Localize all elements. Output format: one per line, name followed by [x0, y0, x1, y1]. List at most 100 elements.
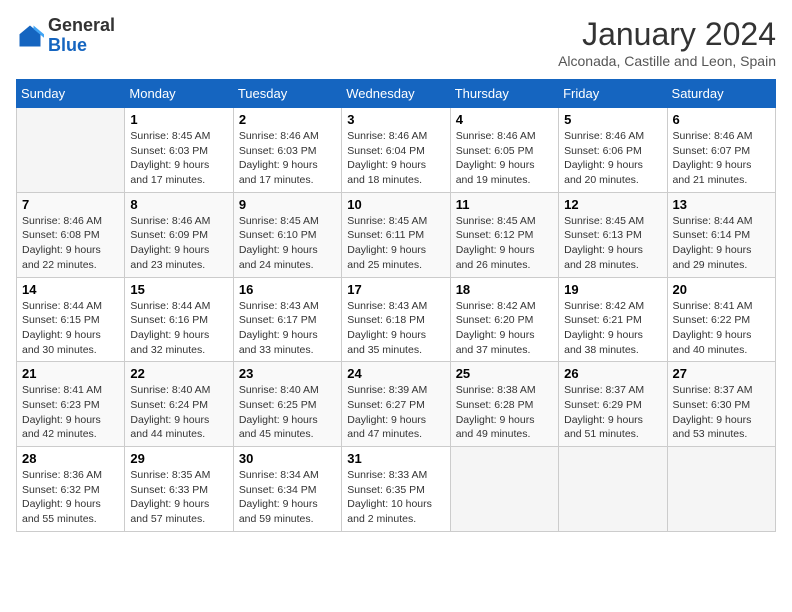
- calendar-subtitle: Alconada, Castille and Leon, Spain: [558, 53, 776, 69]
- logo: General Blue: [16, 16, 115, 56]
- day-number: 24: [347, 366, 444, 381]
- day-number: 1: [130, 112, 227, 127]
- day-detail: Sunrise: 8:46 AM Sunset: 6:07 PM Dayligh…: [673, 129, 770, 188]
- day-number: 23: [239, 366, 336, 381]
- day-number: 16: [239, 282, 336, 297]
- day-detail: Sunrise: 8:41 AM Sunset: 6:22 PM Dayligh…: [673, 299, 770, 358]
- calendar-week-row: 28 Sunrise: 8:36 AM Sunset: 6:32 PM Dayli…: [17, 447, 776, 532]
- day-number: 3: [347, 112, 444, 127]
- calendar-cell: 4 Sunrise: 8:46 AM Sunset: 6:05 PM Daylig…: [450, 108, 558, 193]
- day-detail: Sunrise: 8:45 AM Sunset: 6:10 PM Dayligh…: [239, 214, 336, 273]
- calendar-cell: 29 Sunrise: 8:35 AM Sunset: 6:33 PM Dayli…: [125, 447, 233, 532]
- calendar-cell: 15 Sunrise: 8:44 AM Sunset: 6:16 PM Dayli…: [125, 277, 233, 362]
- calendar-cell: 23 Sunrise: 8:40 AM Sunset: 6:25 PM Dayli…: [233, 362, 341, 447]
- day-detail: Sunrise: 8:46 AM Sunset: 6:08 PM Dayligh…: [22, 214, 119, 273]
- calendar-cell: 5Sunrise: 8:46 AM Sunset: 6:06 PM Daylig…: [559, 108, 667, 193]
- day-detail: Sunrise: 8:40 AM Sunset: 6:24 PM Dayligh…: [130, 383, 227, 442]
- header-saturday: Saturday: [667, 80, 775, 108]
- day-number: 19: [564, 282, 661, 297]
- day-number: 14: [22, 282, 119, 297]
- logo-icon: [16, 22, 44, 50]
- header-wednesday: Wednesday: [342, 80, 450, 108]
- day-number: 18: [456, 282, 553, 297]
- day-number: 26: [564, 366, 661, 381]
- day-number: 20: [673, 282, 770, 297]
- header-sunday: Sunday: [17, 80, 125, 108]
- day-detail: Sunrise: 8:44 AM Sunset: 6:15 PM Dayligh…: [22, 299, 119, 358]
- calendar-cell: 13Sunrise: 8:44 AM Sunset: 6:14 PM Dayli…: [667, 192, 775, 277]
- logo-text: General Blue: [48, 16, 115, 56]
- calendar-cell: 27Sunrise: 8:37 AM Sunset: 6:30 PM Dayli…: [667, 362, 775, 447]
- day-number: 29: [130, 451, 227, 466]
- calendar-cell: 2 Sunrise: 8:46 AM Sunset: 6:03 PM Daylig…: [233, 108, 341, 193]
- day-detail: Sunrise: 8:36 AM Sunset: 6:32 PM Dayligh…: [22, 468, 119, 527]
- day-detail: Sunrise: 8:34 AM Sunset: 6:34 PM Dayligh…: [239, 468, 336, 527]
- calendar-cell: 25Sunrise: 8:38 AM Sunset: 6:28 PM Dayli…: [450, 362, 558, 447]
- calendar-title: January 2024: [558, 16, 776, 53]
- title-area: January 2024 Alconada, Castille and Leon…: [558, 16, 776, 69]
- page-header: General Blue January 2024 Alconada, Cast…: [16, 16, 776, 69]
- day-number: 28: [22, 451, 119, 466]
- calendar-week-row: 14 Sunrise: 8:44 AM Sunset: 6:15 PM Dayli…: [17, 277, 776, 362]
- calendar-cell: 21 Sunrise: 8:41 AM Sunset: 6:23 PM Dayli…: [17, 362, 125, 447]
- calendar-cell: [559, 447, 667, 532]
- calendar-cell: 20 Sunrise: 8:41 AM Sunset: 6:22 PM Dayli…: [667, 277, 775, 362]
- day-detail: Sunrise: 8:35 AM Sunset: 6:33 PM Dayligh…: [130, 468, 227, 527]
- day-number: 9: [239, 197, 336, 212]
- calendar-cell: 31Sunrise: 8:33 AM Sunset: 6:35 PM Dayli…: [342, 447, 450, 532]
- day-detail: Sunrise: 8:45 AM Sunset: 6:11 PM Dayligh…: [347, 214, 444, 273]
- day-number: 22: [130, 366, 227, 381]
- day-number: 17: [347, 282, 444, 297]
- calendar-header-row: SundayMondayTuesdayWednesdayThursdayFrid…: [17, 80, 776, 108]
- day-number: 31: [347, 451, 444, 466]
- day-detail: Sunrise: 8:46 AM Sunset: 6:09 PM Dayligh…: [130, 214, 227, 273]
- day-detail: Sunrise: 8:40 AM Sunset: 6:25 PM Dayligh…: [239, 383, 336, 442]
- day-detail: Sunrise: 8:46 AM Sunset: 6:06 PM Dayligh…: [564, 129, 661, 188]
- day-detail: Sunrise: 8:45 AM Sunset: 6:03 PM Dayligh…: [130, 129, 227, 188]
- calendar-cell: [450, 447, 558, 532]
- day-detail: Sunrise: 8:41 AM Sunset: 6:23 PM Dayligh…: [22, 383, 119, 442]
- day-number: 6: [673, 112, 770, 127]
- calendar-week-row: 1 Sunrise: 8:45 AM Sunset: 6:03 PM Daylig…: [17, 108, 776, 193]
- calendar-cell: 10 Sunrise: 8:45 AM Sunset: 6:11 PM Dayli…: [342, 192, 450, 277]
- header-tuesday: Tuesday: [233, 80, 341, 108]
- day-detail: Sunrise: 8:43 AM Sunset: 6:18 PM Dayligh…: [347, 299, 444, 358]
- day-number: 25: [456, 366, 553, 381]
- day-detail: Sunrise: 8:44 AM Sunset: 6:16 PM Dayligh…: [130, 299, 227, 358]
- calendar-cell: 11 Sunrise: 8:45 AM Sunset: 6:12 PM Dayli…: [450, 192, 558, 277]
- day-detail: Sunrise: 8:46 AM Sunset: 6:04 PM Dayligh…: [347, 129, 444, 188]
- calendar-cell: 9 Sunrise: 8:45 AM Sunset: 6:10 PM Daylig…: [233, 192, 341, 277]
- calendar-cell: 8 Sunrise: 8:46 AM Sunset: 6:09 PM Daylig…: [125, 192, 233, 277]
- calendar-cell: 14 Sunrise: 8:44 AM Sunset: 6:15 PM Dayli…: [17, 277, 125, 362]
- day-detail: Sunrise: 8:46 AM Sunset: 6:03 PM Dayligh…: [239, 129, 336, 188]
- calendar-cell: 1 Sunrise: 8:45 AM Sunset: 6:03 PM Daylig…: [125, 108, 233, 193]
- calendar-cell: 6 Sunrise: 8:46 AM Sunset: 6:07 PM Daylig…: [667, 108, 775, 193]
- calendar-cell: 30 Sunrise: 8:34 AM Sunset: 6:34 PM Dayli…: [233, 447, 341, 532]
- calendar-cell: 24 Sunrise: 8:39 AM Sunset: 6:27 PM Dayli…: [342, 362, 450, 447]
- calendar-cell: 19 Sunrise: 8:42 AM Sunset: 6:21 PM Dayli…: [559, 277, 667, 362]
- day-number: 30: [239, 451, 336, 466]
- calendar-cell: 16 Sunrise: 8:43 AM Sunset: 6:17 PM Dayli…: [233, 277, 341, 362]
- calendar-week-row: 21 Sunrise: 8:41 AM Sunset: 6:23 PM Dayli…: [17, 362, 776, 447]
- day-detail: Sunrise: 8:46 AM Sunset: 6:05 PM Dayligh…: [456, 129, 553, 188]
- day-number: 15: [130, 282, 227, 297]
- day-number: 10: [347, 197, 444, 212]
- calendar-cell: [667, 447, 775, 532]
- calendar-cell: 26Sunrise: 8:37 AM Sunset: 6:29 PM Dayli…: [559, 362, 667, 447]
- day-detail: Sunrise: 8:44 AM Sunset: 6:14 PM Dayligh…: [673, 214, 770, 273]
- day-number: 8: [130, 197, 227, 212]
- day-number: 21: [22, 366, 119, 381]
- day-number: 4: [456, 112, 553, 127]
- header-thursday: Thursday: [450, 80, 558, 108]
- day-detail: Sunrise: 8:43 AM Sunset: 6:17 PM Dayligh…: [239, 299, 336, 358]
- calendar-week-row: 7Sunrise: 8:46 AM Sunset: 6:08 PM Daylig…: [17, 192, 776, 277]
- day-detail: Sunrise: 8:42 AM Sunset: 6:21 PM Dayligh…: [564, 299, 661, 358]
- header-monday: Monday: [125, 80, 233, 108]
- day-detail: Sunrise: 8:45 AM Sunset: 6:13 PM Dayligh…: [564, 214, 661, 273]
- day-detail: Sunrise: 8:45 AM Sunset: 6:12 PM Dayligh…: [456, 214, 553, 273]
- day-number: 27: [673, 366, 770, 381]
- header-friday: Friday: [559, 80, 667, 108]
- day-number: 2: [239, 112, 336, 127]
- day-detail: Sunrise: 8:39 AM Sunset: 6:27 PM Dayligh…: [347, 383, 444, 442]
- day-number: 11: [456, 197, 553, 212]
